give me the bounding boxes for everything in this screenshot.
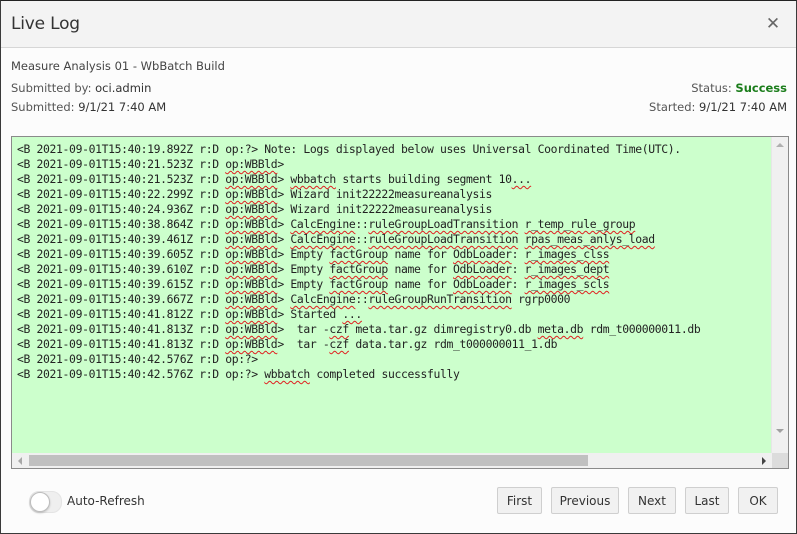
dialog-title: Live Log	[11, 14, 80, 34]
log-line: <B 2021-09-01T15:40:39.605Z r:D op:WBBld…	[17, 247, 610, 261]
live-log-dialog: Live Log ✕ Measure Analysis 01 - WbBatch…	[0, 0, 797, 534]
horizontal-scrollbar[interactable]	[12, 453, 772, 468]
submitted-label: Submitted:	[11, 100, 79, 114]
vertical-scrollbar[interactable]	[771, 137, 788, 453]
spellcheck-flagged-word: CalcEngine	[290, 292, 356, 306]
scroll-up-icon[interactable]	[776, 143, 784, 147]
log-line: <B 2021-09-01T15:40:22.299Z r:D op:WBBld…	[17, 187, 493, 201]
spellcheck-flagged-word: OdbLoader	[453, 262, 512, 276]
spellcheck-flagged-word: op:WBBld	[225, 262, 278, 276]
spellcheck-flagged-word: op:WBBld	[225, 217, 278, 231]
spellcheck-flagged-word: ...	[342, 307, 362, 321]
toggle-knob	[30, 492, 50, 512]
status-label: Status:	[691, 81, 736, 95]
log-line: <B 2021-09-01T15:40:41.813Z r:D op:WBBld…	[17, 322, 701, 336]
spellcheck-flagged-word: rpas_meas_anlys_load	[524, 232, 656, 246]
submitted-by: Submitted by: oci.admin	[11, 81, 151, 95]
first-button[interactable]: First	[497, 487, 542, 514]
spellcheck-flagged-word: CalcEngine	[290, 217, 356, 231]
log-line: <B 2021-09-01T15:40:38.864Z r:D op:WBBld…	[17, 217, 636, 231]
spellcheck-flagged-word: op:WBBld	[225, 187, 278, 201]
spellcheck-flagged-word: factGroup	[329, 247, 388, 261]
status-badge: Success	[735, 81, 787, 95]
last-button[interactable]: Last	[685, 487, 729, 514]
spellcheck-flagged-word: op:WBBld	[225, 307, 278, 321]
spellcheck-flagged-word: OdbLoader	[453, 277, 512, 291]
spellcheck-flagged-word: op:WBBld	[225, 232, 278, 246]
spellcheck-flagged-word: ruleGroupLoadTransition	[368, 217, 519, 231]
started-value: 9/1/21 7:40 AM	[699, 100, 787, 114]
spellcheck-flagged-word: r_images_scls	[524, 277, 610, 291]
spellcheck-flagged-word: r_images_dept	[524, 262, 610, 276]
auto-refresh-toggle[interactable]	[29, 491, 62, 513]
log-line: <B 2021-09-01T15:40:39.461Z r:D op:WBBld…	[17, 232, 656, 246]
spellcheck-flagged-word: op:WBBld	[225, 157, 278, 171]
spellcheck-flagged-word: wbbatch	[290, 172, 336, 186]
log-line: <B 2021-09-01T15:40:21.523Z r:D op:WBBld…	[17, 157, 284, 171]
scrollbar-corner	[772, 453, 788, 468]
scroll-left-icon[interactable]	[18, 457, 22, 465]
spellcheck-flagged-word: op:WBBld	[225, 247, 278, 261]
spellcheck-flagged-word: op:WBBld	[225, 202, 278, 216]
previous-button[interactable]: Previous	[551, 487, 619, 514]
log-line: <B 2021-09-01T15:40:42.576Z r:D op:?> wb…	[17, 367, 460, 381]
spellcheck-flagged-word: factGroup	[329, 277, 388, 291]
log-line: <B 2021-09-01T15:40:39.667Z r:D op:WBBld…	[17, 292, 571, 306]
status: Status: Success	[691, 81, 787, 95]
dialog-header: Live Log ✕	[1, 1, 796, 48]
spellcheck-flagged-word: czf	[329, 322, 349, 336]
log-line: <B 2021-09-01T15:40:24.936Z r:D op:WBBld…	[17, 202, 493, 216]
ok-button[interactable]: OK	[738, 487, 778, 514]
spellcheck-flagged-word: op:WBBld	[225, 172, 278, 186]
spellcheck-flagged-word: op:WBBld	[225, 322, 278, 336]
submitted-value: 9/1/21 7:40 AM	[78, 100, 167, 114]
spellcheck-flagged-word: ruleGroupRunTransition	[368, 292, 512, 306]
log-content[interactable]: <B 2021-09-01T15:40:19.892Z r:D op:?> No…	[17, 142, 772, 454]
log-line: <B 2021-09-01T15:40:41.812Z r:D op:WBBld…	[17, 307, 362, 321]
close-icon[interactable]: ✕	[764, 14, 782, 34]
log-line: <B 2021-09-01T15:40:19.892Z r:D op:?> No…	[17, 142, 681, 156]
submitted-by-value: oci.admin	[95, 81, 152, 95]
spellcheck-flagged-word: r_images_clss	[524, 247, 610, 261]
spellcheck-flagged-word: ruleGroupLoadTransition	[368, 232, 519, 246]
spellcheck-flagged-word: op:WBBld	[225, 277, 278, 291]
log-line: <B 2021-09-01T15:40:42.576Z r:D op:?>	[17, 352, 258, 366]
spellcheck-flagged-word: OdbLoader	[453, 247, 512, 261]
log-line: <B 2021-09-01T15:40:41.813Z r:D op:WBBld…	[17, 337, 558, 351]
auto-refresh-label: Auto-Refresh	[67, 494, 145, 508]
next-button[interactable]: Next	[628, 487, 676, 514]
job-name: Measure Analysis 01 - WbBatch Build	[11, 59, 225, 73]
spellcheck-flagged-word: czf	[329, 337, 349, 351]
log-line: <B 2021-09-01T15:40:21.523Z r:D op:WBBld…	[17, 172, 532, 186]
log-line: <B 2021-09-01T15:40:39.610Z r:D op:WBBld…	[17, 262, 610, 276]
scroll-down-icon[interactable]	[776, 429, 784, 433]
started-label: Started:	[649, 100, 700, 114]
spellcheck-flagged-word: ...	[511, 172, 532, 186]
log-viewer[interactable]: <B 2021-09-01T15:40:19.892Z r:D op:?> No…	[11, 136, 789, 469]
spellcheck-flagged-word: CalcEngine	[290, 232, 356, 246]
spellcheck-flagged-word: factGroup	[329, 262, 388, 276]
spellcheck-flagged-word: op:WBBld	[225, 292, 278, 306]
submitted-by-label: Submitted by:	[11, 81, 96, 95]
submitted-time: Submitted: 9/1/21 7:40 AM	[11, 100, 166, 114]
scroll-right-icon[interactable]	[762, 457, 766, 465]
log-line: <B 2021-09-01T15:40:39.615Z r:D op:WBBld…	[17, 277, 610, 291]
spellcheck-flagged-word: wbbatch	[264, 367, 310, 381]
started-time: Started: 9/1/21 7:40 AM	[649, 100, 787, 114]
spellcheck-flagged-word: op:WBBld	[225, 337, 278, 351]
spellcheck-flagged-word: meta.db	[537, 322, 584, 336]
spellcheck-flagged-word: r_temp_rule_group	[524, 217, 636, 231]
horizontal-scroll-thumb[interactable]	[29, 455, 588, 466]
